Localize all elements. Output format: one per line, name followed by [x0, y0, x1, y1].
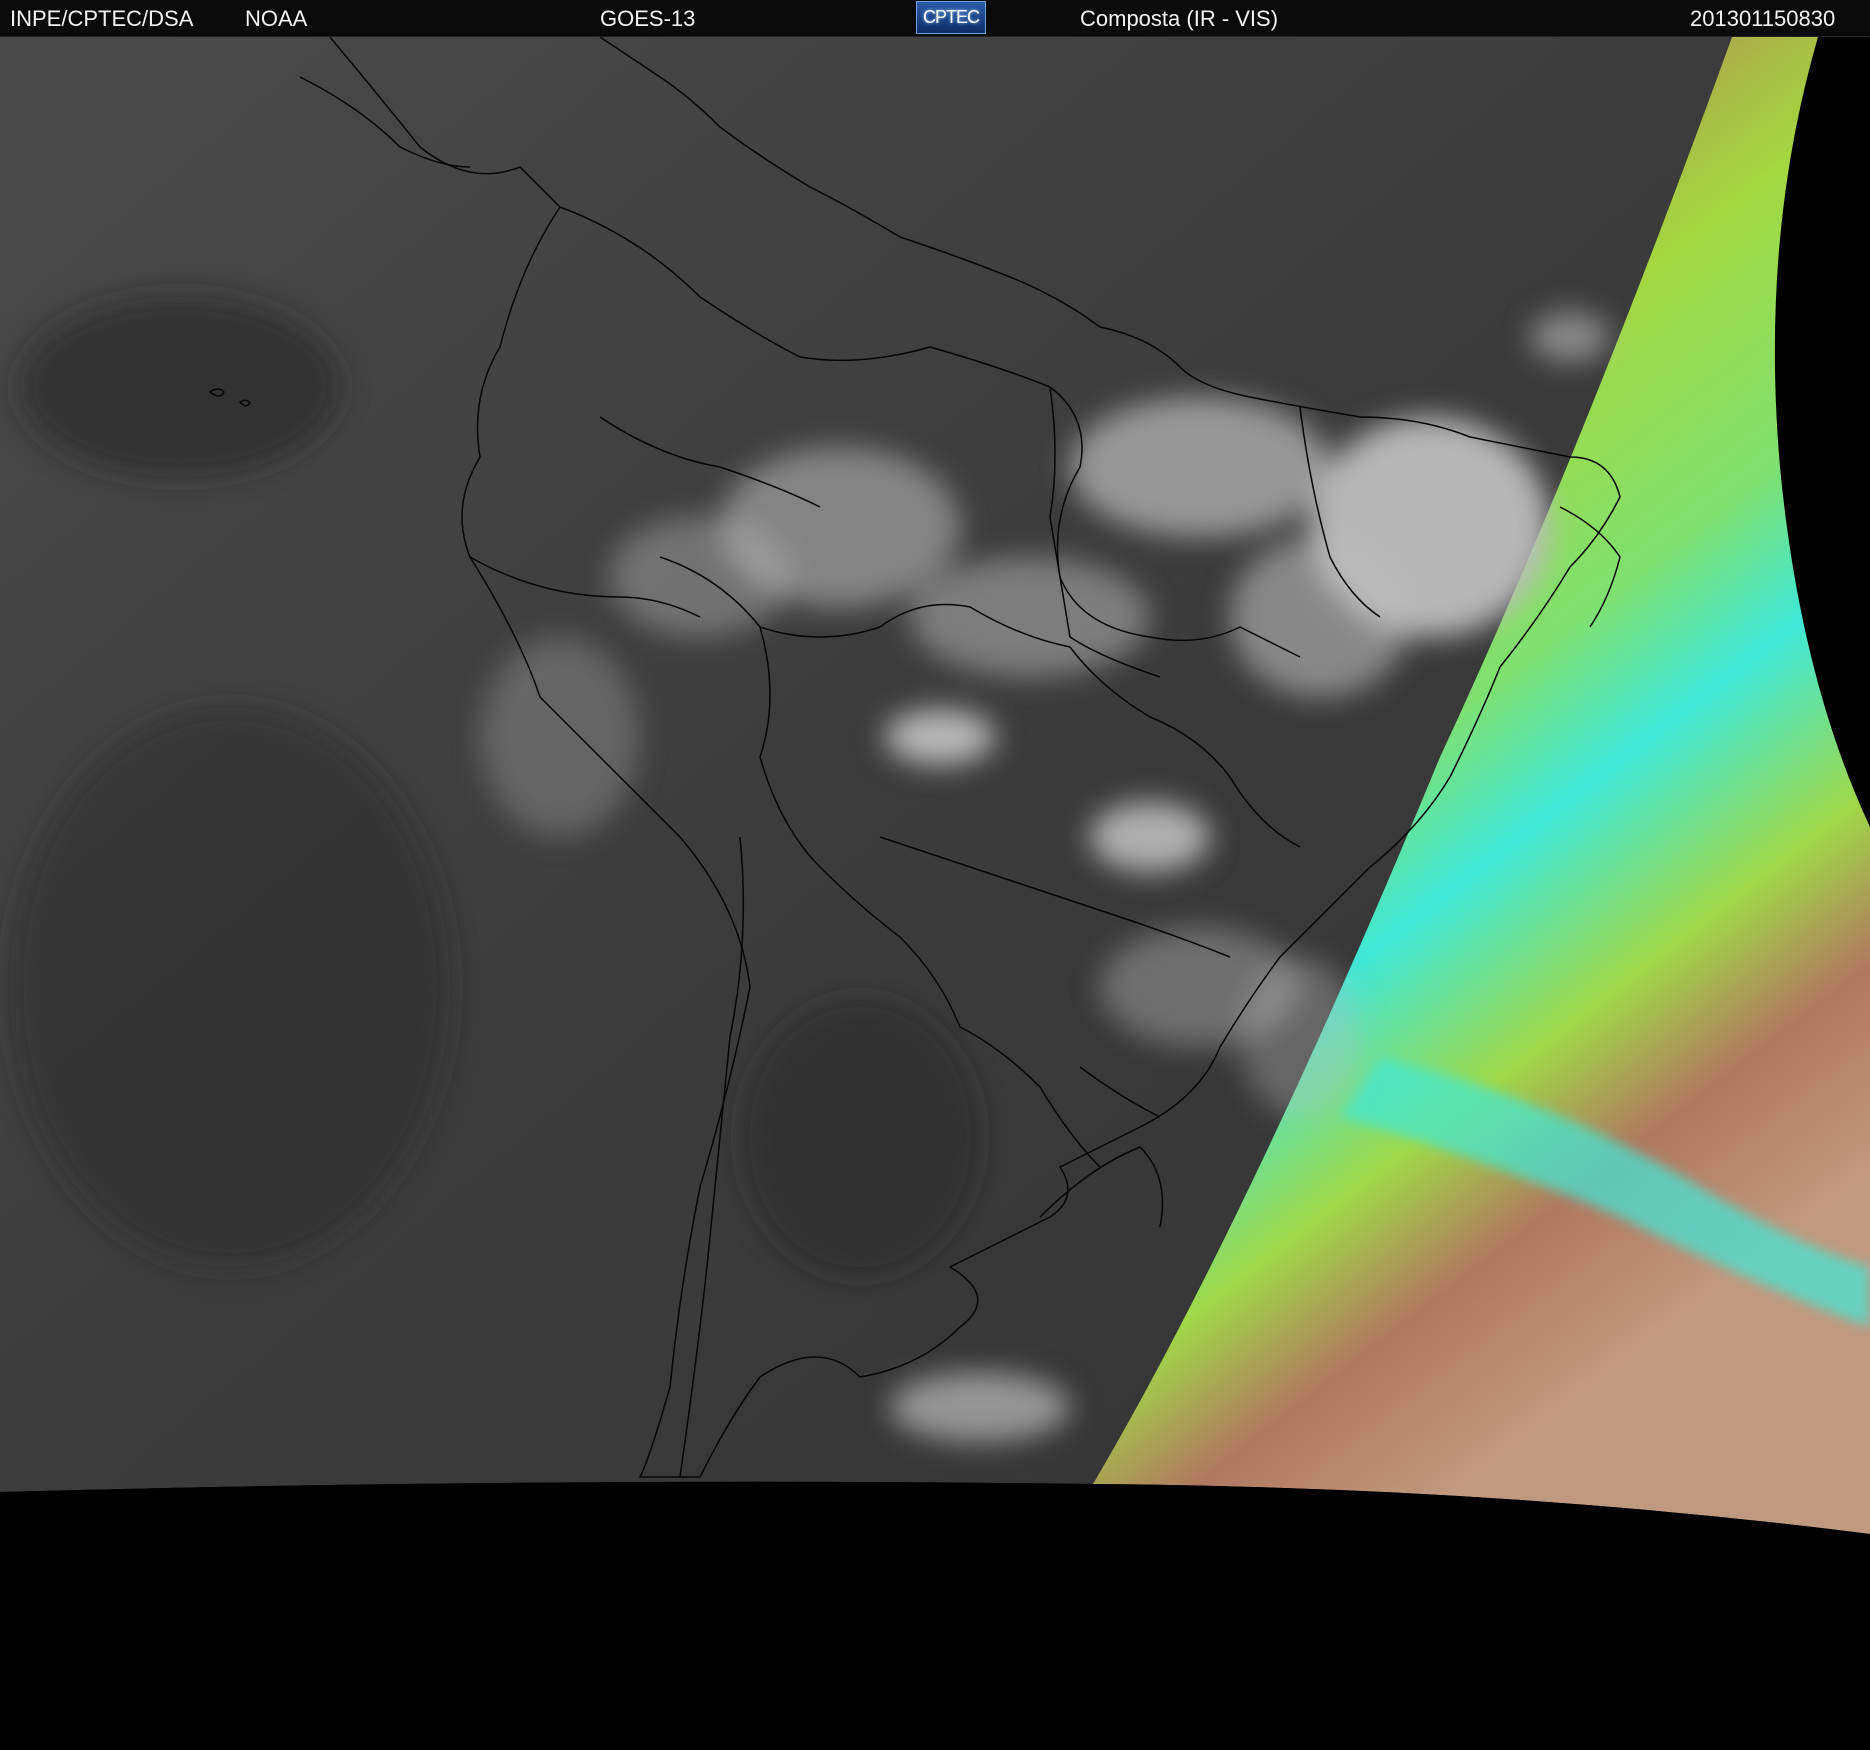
satellite-label: GOES-13 [600, 6, 696, 31]
space-background [0, 1481, 1870, 1750]
logo-text: CPTEC [922, 7, 980, 27]
timestamp-label: 201301150830 [1690, 6, 1836, 31]
product-label: Composta (IR - VIS) [1080, 6, 1279, 31]
cptec-logo: CPTEC [916, 1, 986, 34]
provider-label: NOAA [245, 6, 308, 31]
satellite-map [0, 37, 1870, 1750]
agency-label: INPE/CPTEC/DSA [10, 6, 194, 31]
header-bar: INPE/CPTEC/DSA NOAA GOES-13 CPTEC Compos… [0, 0, 1870, 37]
